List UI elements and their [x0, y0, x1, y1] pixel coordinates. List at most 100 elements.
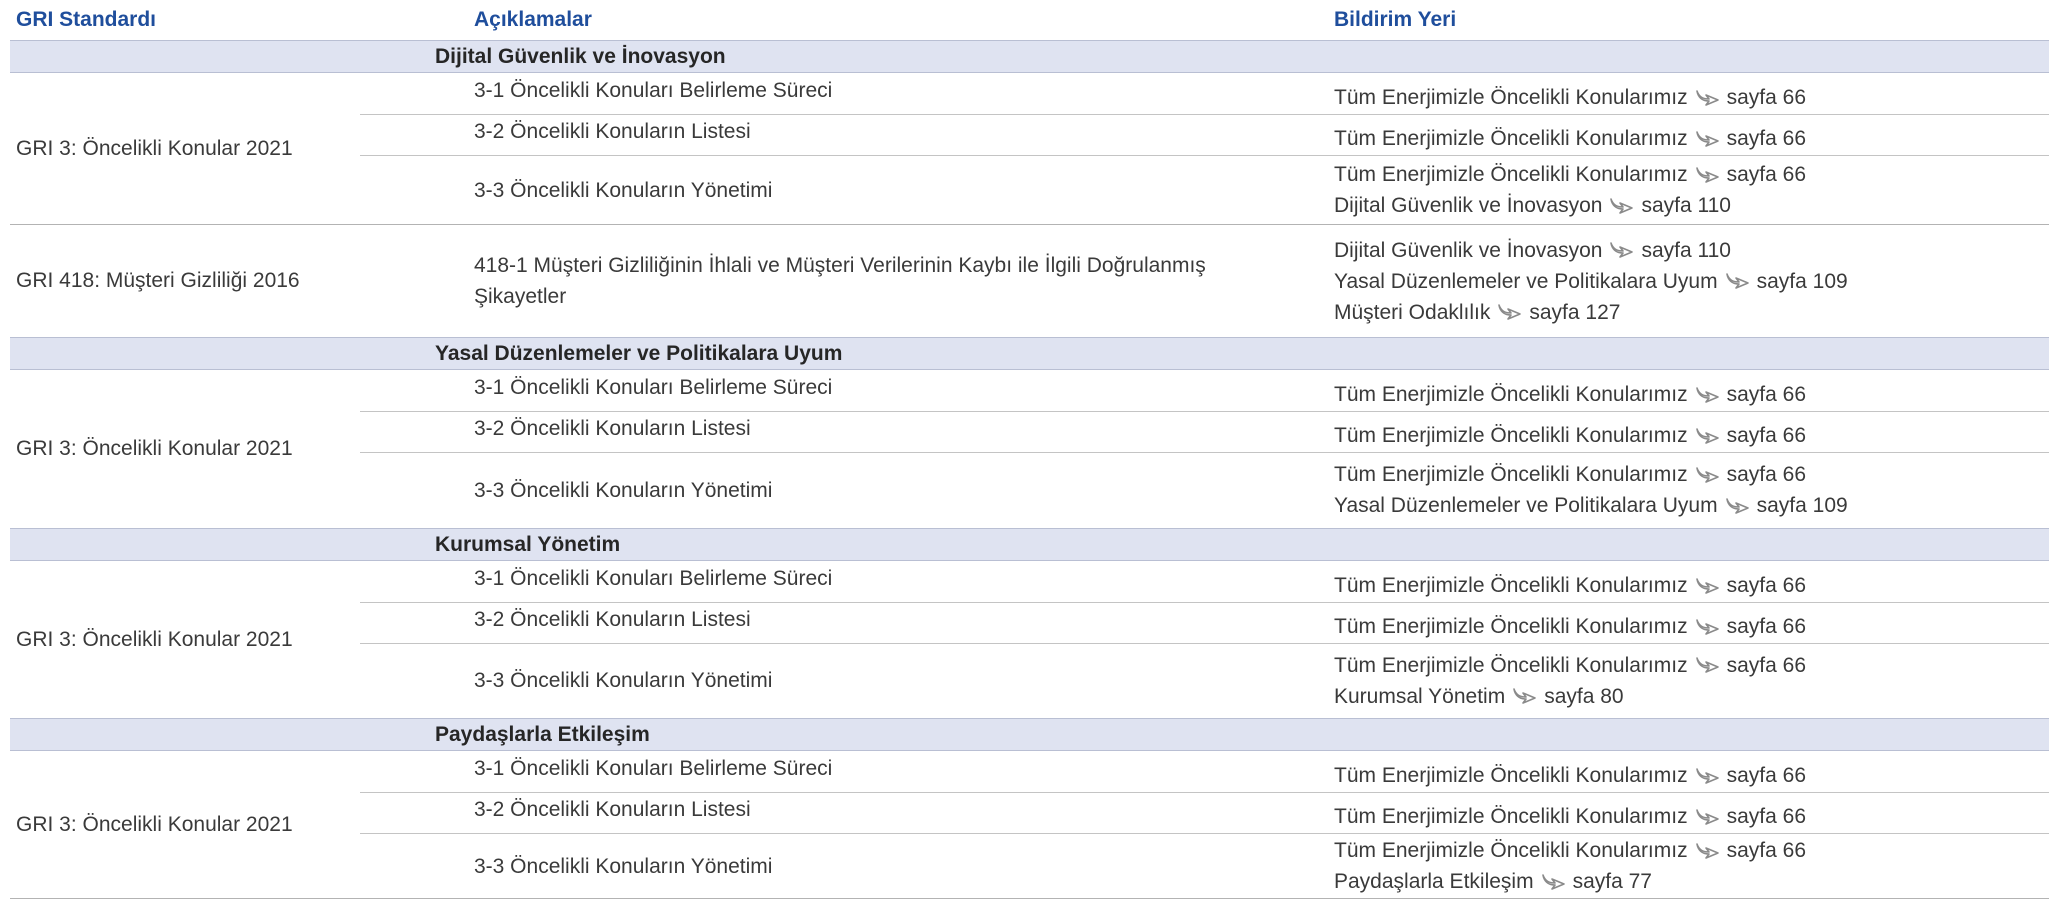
row-divider [360, 452, 2049, 453]
reference-section: Tüm Enerjimizle Öncelikli Konularımız [1334, 839, 1688, 862]
reference-section: Tüm Enerjimizle Öncelikli Konularımız [1334, 86, 1688, 109]
report-reference: Dijital Güvenlik ve İnovasyon sayfa 110 [1334, 235, 1848, 266]
column-header-location: Bildirim Yeri [1334, 8, 1457, 31]
pointer-arrow-icon [1724, 270, 1752, 292]
section-band: Yasal Düzenlemeler ve Politikalara Uyum [10, 337, 2049, 370]
group-divider [10, 224, 2049, 225]
section-title: Yasal Düzenlemeler ve Politikalara Uyum [435, 341, 843, 365]
reference-page: sayfa 66 [1726, 615, 1806, 638]
disclosure-text: 3-1 Öncelikli Konuları Belirleme Süreci [474, 376, 833, 399]
reference-section: Dijital Güvenlik ve İnovasyon [1334, 238, 1603, 262]
disclosure-text: 3-1 Öncelikli Konuları Belirleme Süreci [474, 79, 833, 102]
report-reference: Müşteri Odaklılık sayfa 127 [1334, 297, 1848, 328]
pointer-arrow-icon [1694, 616, 1722, 638]
gri-standard: GRI 3: Öncelikli Konular 2021 [16, 437, 293, 460]
row-divider [360, 833, 2049, 834]
row-divider [360, 792, 2049, 793]
reference-page: sayfa 110 [1641, 238, 1731, 262]
report-reference: Tüm Enerjimizle Öncelikli Konularımız say… [1334, 650, 1806, 681]
report-location: Tüm Enerjimizle Öncelikli Konularımız say… [1334, 833, 1806, 899]
reference-page: sayfa 66 [1726, 839, 1806, 862]
reference-section: Tüm Enerjimizle Öncelikli Konularımız [1334, 615, 1688, 638]
reference-section: Tüm Enerjimizle Öncelikli Konularımız [1334, 574, 1688, 597]
reference-page: sayfa 66 [1726, 764, 1806, 787]
report-reference: Tüm Enerjimizle Öncelikli Konularımız say… [1334, 82, 1806, 113]
disclosure-text: 3-3 Öncelikli Konuların Yönetimi [474, 854, 773, 878]
reference-section: Tüm Enerjimizle Öncelikli Konularımız [1334, 805, 1688, 828]
reference-page: sayfa 80 [1544, 684, 1624, 708]
report-reference: Kurumsal Yönetim sayfa 80 [1334, 681, 1806, 712]
reference-section: Yasal Düzenlemeler ve Politikalara Uyum [1334, 494, 1718, 517]
report-reference: Tüm Enerjimizle Öncelikli Konularımız say… [1334, 570, 1806, 601]
disclosure-text: 3-2 Öncelikli Konuların Listesi [474, 798, 751, 821]
reference-section: Yasal Düzenlemeler ve Politikalara Uyum [1334, 269, 1718, 293]
reference-page: sayfa 66 [1726, 805, 1806, 828]
reference-page: sayfa 66 [1726, 86, 1806, 109]
reference-section: Kurumsal Yönetim [1334, 684, 1506, 708]
report-location: Tüm Enerjimizle Öncelikli Konularımız say… [1334, 411, 1806, 452]
report-location: Tüm Enerjimizle Öncelikli Konularımız say… [1334, 561, 1806, 602]
report-location: Tüm Enerjimizle Öncelikli Konularımız say… [1334, 73, 1806, 114]
reference-section: Tüm Enerjimizle Öncelikli Konularımız [1334, 163, 1688, 186]
disclosure-text: 3-2 Öncelikli Konuların Listesi [474, 120, 751, 143]
gri-standard: GRI 3: Öncelikli Konular 2021 [16, 137, 293, 160]
reference-page: sayfa 66 [1726, 163, 1806, 186]
reference-page: sayfa 66 [1726, 574, 1806, 597]
report-reference: Yasal Düzenlemeler ve Politikalara Uyum s… [1334, 490, 1848, 521]
reference-page: sayfa 66 [1726, 424, 1806, 447]
pointer-arrow-icon [1694, 806, 1722, 828]
report-location: Tüm Enerjimizle Öncelikli Konularımız say… [1334, 602, 1806, 643]
disclosure-text: 3-3 Öncelikli Konuların Yönetimi [474, 178, 773, 202]
column-header-disclosures: Açıklamalar [474, 8, 592, 31]
reference-page: sayfa 127 [1529, 300, 1621, 324]
report-reference: Tüm Enerjimizle Öncelikli Konularımız say… [1334, 420, 1806, 451]
reference-section: Müşteri Odaklılık [1334, 300, 1491, 324]
pointer-arrow-icon [1694, 425, 1722, 447]
report-reference: Tüm Enerjimizle Öncelikli Konularımız say… [1334, 835, 1806, 866]
row-divider [360, 114, 2049, 115]
reference-page: sayfa 77 [1572, 870, 1652, 893]
pointer-arrow-icon [1694, 164, 1722, 186]
pointer-arrow-icon [1694, 128, 1722, 150]
reference-section: Tüm Enerjimizle Öncelikli Konularımız [1334, 383, 1688, 406]
report-reference: Tüm Enerjimizle Öncelikli Konularımız say… [1334, 611, 1806, 642]
reference-section: Tüm Enerjimizle Öncelikli Konularımız [1334, 424, 1688, 447]
report-location: Tüm Enerjimizle Öncelikli Konularımız say… [1334, 751, 1806, 792]
report-location: Tüm Enerjimizle Öncelikli Konularımız say… [1334, 792, 1806, 833]
row-divider [360, 155, 2049, 156]
pointer-arrow-icon [1608, 239, 1636, 261]
pointer-arrow-icon [1694, 384, 1722, 406]
reference-section: Tüm Enerjimizle Öncelikli Konularımız [1334, 653, 1688, 677]
pointer-arrow-icon [1511, 685, 1539, 707]
pointer-arrow-icon [1724, 495, 1752, 517]
reference-section: Tüm Enerjimizle Öncelikli Konularımız [1334, 463, 1688, 486]
pointer-arrow-icon [1540, 871, 1568, 893]
report-reference: Tüm Enerjimizle Öncelikli Konularımız say… [1334, 760, 1806, 791]
gri-standard: GRI 3: Öncelikli Konular 2021 [16, 813, 293, 836]
report-reference: Paydaşlarla Etkileşim sayfa 77 [1334, 866, 1806, 897]
report-location: Tüm Enerjimizle Öncelikli Konularımız say… [1334, 155, 1806, 225]
row-divider [360, 411, 2049, 412]
pointer-arrow-icon [1608, 195, 1636, 217]
section-band: Paydaşlarla Etkileşim [10, 718, 2049, 751]
row-divider [360, 602, 2049, 603]
gri-standard: GRI 418: Müşteri Gizliliği 2016 [16, 269, 300, 292]
report-reference: Tüm Enerjimizle Öncelikli Konularımız say… [1334, 123, 1806, 154]
pointer-arrow-icon [1496, 301, 1524, 323]
reference-page: sayfa 110 [1641, 194, 1731, 217]
section-title: Paydaşlarla Etkileşim [435, 722, 650, 746]
disclosure-text: 3-2 Öncelikli Konuların Listesi [474, 417, 751, 440]
report-location: Tüm Enerjimizle Öncelikli Konularımız say… [1334, 643, 1806, 718]
pointer-arrow-icon [1694, 575, 1722, 597]
pointer-arrow-icon [1694, 87, 1722, 109]
disclosure-text: 3-3 Öncelikli Konuların Yönetimi [474, 478, 773, 502]
reference-page: sayfa 66 [1726, 463, 1806, 486]
pointer-arrow-icon [1694, 840, 1722, 862]
report-reference: Tüm Enerjimizle Öncelikli Konularımız say… [1334, 459, 1848, 490]
column-header-standard: GRI Standardı [16, 8, 157, 31]
gri-index-table: GRI Standardı Açıklamalar Bildirim Yeri … [0, 0, 2049, 899]
report-location: Dijital Güvenlik ve İnovasyon sayfa 110 Ya… [1334, 225, 1848, 337]
section-title: Kurumsal Yönetim [435, 532, 621, 556]
pointer-arrow-icon [1694, 464, 1722, 486]
reference-section: Paydaşlarla Etkileşim [1334, 870, 1534, 893]
